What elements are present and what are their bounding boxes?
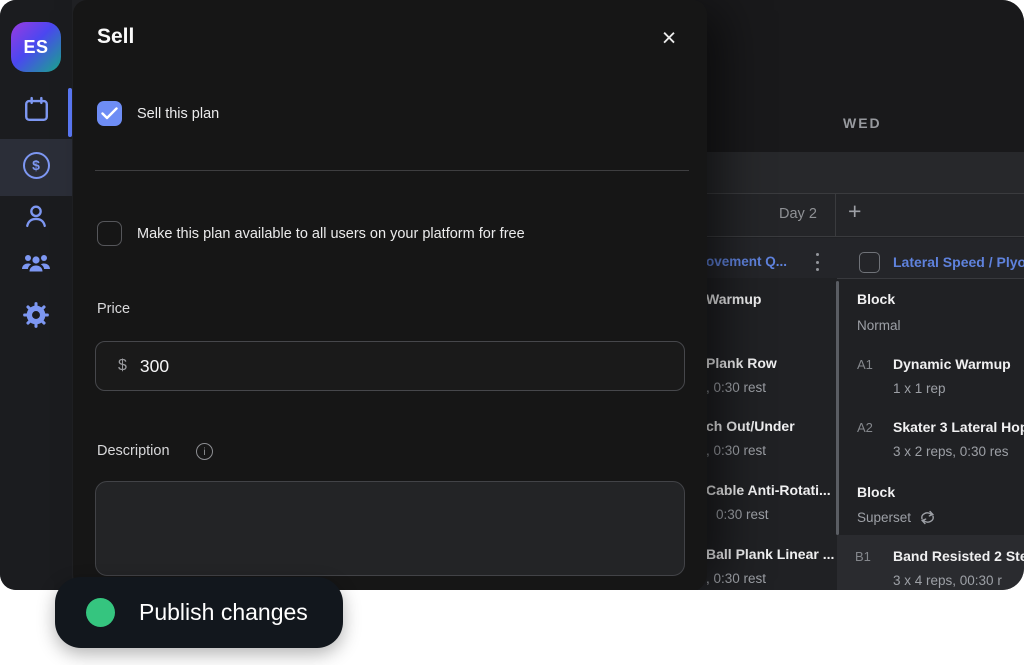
sidebar-item-clients[interactable]	[0, 241, 72, 289]
publish-changes-label: Publish changes	[139, 599, 308, 626]
modal-title: Sell	[97, 25, 134, 49]
kebab-menu-icon[interactable]	[810, 253, 824, 271]
block-label: Block	[857, 291, 895, 307]
modal-divider	[95, 170, 689, 171]
weekday-label: WED	[843, 115, 882, 131]
exercise-detail: 3 x 4 reps, 00:30 r	[893, 573, 1024, 588]
exercise-detail: , 0:30 rest	[706, 380, 777, 395]
workout-title-right[interactable]: Lateral Speed / Plyo	[893, 254, 1024, 270]
exercise-name: Cable Anti-Rotati...	[706, 482, 831, 498]
workout-checkbox[interactable]	[859, 252, 880, 273]
page-background: WED Day 2 + ovement Q... Warmup Plank Ro…	[0, 0, 1024, 665]
exercise-row[interactable]: Cable Anti-Rotati... 0:30 rest	[706, 482, 831, 522]
app-window: WED Day 2 + ovement Q... Warmup Plank Ro…	[0, 0, 1024, 590]
exercise-name: Dynamic Warmup	[893, 356, 1011, 372]
price-input[interactable]	[140, 356, 620, 377]
exercise-row[interactable]: ch Out/Under , 0:30 rest	[706, 418, 795, 458]
close-icon[interactable]: ×	[651, 20, 687, 56]
price-label: Price	[97, 301, 130, 317]
avatar[interactable]: ES	[11, 22, 61, 72]
superset-cycle-icon	[919, 510, 936, 525]
block-type: Normal	[857, 318, 901, 333]
sidebar-item-billing[interactable]: $	[0, 141, 72, 189]
exercise-tag: A2	[857, 420, 873, 435]
exercise-name: Plank Row	[706, 355, 777, 371]
exercise-row[interactable]: Band Resisted 2 Step 3 x 4 reps, 00:30 r	[893, 548, 1024, 588]
exercise-detail: 1 x 1 rep	[893, 381, 1011, 396]
sidebar-item-calendar[interactable]	[0, 88, 72, 136]
person-icon	[22, 202, 50, 235]
block-label: Block	[857, 484, 895, 500]
publish-changes-button[interactable]: Publish changes	[55, 577, 343, 648]
exercise-row[interactable]: Ball Plank Linear ... , 0:30 rest	[706, 546, 834, 586]
workout-header-divider	[837, 278, 1024, 279]
info-icon[interactable]: i	[196, 443, 213, 460]
currency-symbol: $	[118, 357, 127, 375]
description-label: Description	[97, 443, 170, 459]
status-dot-icon	[86, 598, 115, 627]
exercise-row[interactable]: Plank Row , 0:30 rest	[706, 355, 777, 395]
sidebar-item-settings[interactable]	[0, 293, 72, 341]
block-type-label: Superset	[857, 510, 911, 525]
checkmark-icon	[101, 107, 118, 120]
exercise-tag: A1	[857, 357, 873, 372]
day-tab-divider	[835, 193, 836, 237]
exercise-detail: , 0:30 rest	[706, 571, 834, 586]
exercise-detail: 0:30 rest	[716, 507, 831, 522]
add-day-button[interactable]: +	[848, 198, 861, 225]
exercise-tag: B1	[855, 549, 871, 564]
block-type: Superset	[857, 510, 936, 525]
free-plan-label: Make this plan available to all users on…	[137, 226, 525, 242]
gear-icon	[22, 301, 50, 334]
exercise-name: Skater 3 Lateral Hop	[893, 419, 1024, 435]
sell-modal: Sell × Sell this plan Make this plan ava…	[73, 0, 707, 590]
day-tab[interactable]: Day 2	[779, 206, 817, 222]
exercise-name: ch Out/Under	[706, 418, 795, 434]
exercise-name: Ball Plank Linear ...	[706, 546, 834, 562]
exercise-detail: , 0:30 rest	[706, 443, 795, 458]
sidebar: ES $	[0, 0, 72, 590]
people-icon	[20, 249, 52, 282]
block-label: Warmup	[706, 291, 761, 307]
exercise-row[interactable]: Skater 3 Lateral Hop 3 x 2 reps, 0:30 re…	[893, 419, 1024, 459]
exercise-name: Band Resisted 2 Step	[893, 548, 1024, 564]
calendar-icon	[22, 95, 51, 129]
exercise-detail: 3 x 2 reps, 0:30 res	[893, 444, 1024, 459]
price-field[interactable]: $	[95, 341, 685, 391]
workout-title-left[interactable]: ovement Q...	[706, 254, 787, 269]
column-scrollbar[interactable]	[836, 281, 839, 535]
sell-this-plan-checkbox[interactable]	[97, 101, 122, 126]
free-plan-checkbox[interactable]	[97, 221, 122, 246]
dollar-circle-icon: $	[23, 152, 50, 179]
sell-this-plan-label: Sell this plan	[137, 106, 219, 122]
exercise-row[interactable]: Dynamic Warmup 1 x 1 rep	[893, 356, 1011, 396]
description-textarea[interactable]	[95, 481, 685, 576]
sidebar-item-profile[interactable]	[0, 194, 72, 242]
